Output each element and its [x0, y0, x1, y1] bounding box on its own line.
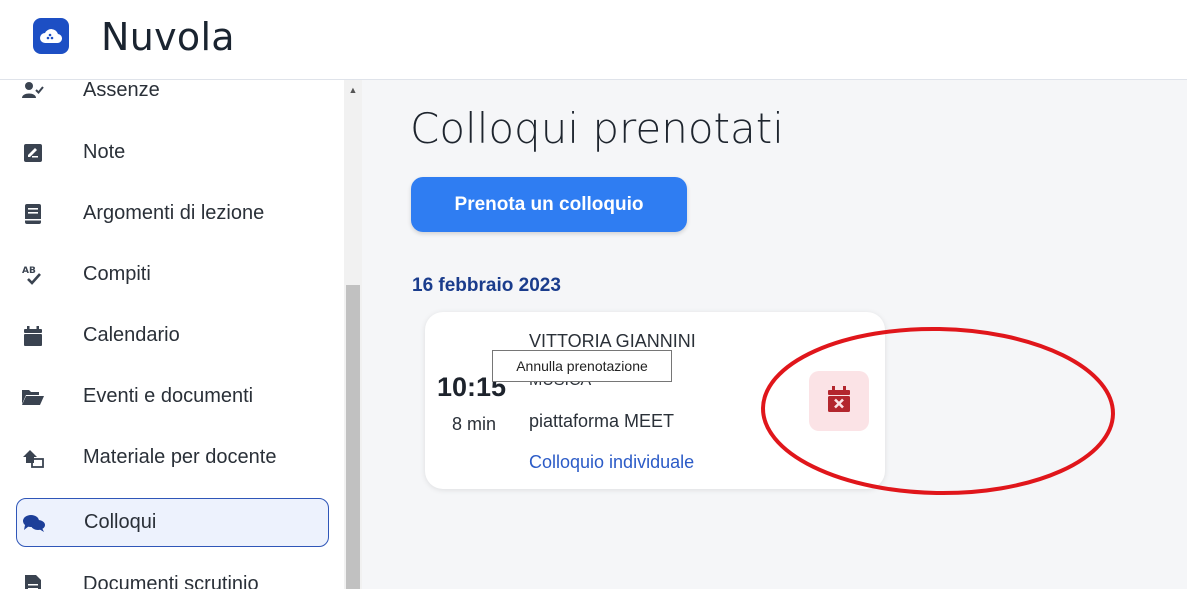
sidebar-item-label: Materiale per docente: [83, 446, 277, 468]
cloud-icon[interactable]: [33, 18, 69, 54]
sidebar-item-label: Note: [83, 141, 126, 163]
calendar-icon: [22, 325, 44, 347]
sidebar-item-label: Eventi e documenti: [83, 385, 254, 407]
cancel-booking-button[interactable]: [809, 371, 869, 431]
sidebar-item-calendario[interactable]: Calendario: [16, 311, 329, 360]
scroll-up-arrow-icon[interactable]: ▲: [344, 82, 362, 98]
scrollbar-thumb[interactable]: [346, 285, 360, 589]
document-icon: [22, 574, 44, 589]
chat-bubbles-icon: [23, 512, 45, 534]
sidebar-item-label: Documenti scrutinio: [83, 573, 259, 589]
sidebar-item-colloqui[interactable]: Colloqui: [16, 498, 329, 547]
sidebar-item-compiti[interactable]: AB Compiti: [16, 250, 329, 299]
main-content: Colloqui prenotati Prenota un colloquio …: [362, 80, 1187, 589]
teacher-name: VITTORIA GIANNINI: [529, 331, 696, 351]
sidebar-item-label: Colloqui: [84, 511, 157, 533]
spellcheck-icon: AB: [22, 264, 44, 286]
sidebar-item-label: Calendario: [83, 324, 180, 346]
top-bar: Nuvola: [0, 0, 1187, 80]
book-meeting-button[interactable]: Prenota un colloquio: [411, 177, 687, 232]
page-title: Colloqui prenotati: [410, 104, 784, 153]
note-pen-icon: [22, 142, 44, 164]
sidebar-item-note[interactable]: Note: [16, 128, 329, 177]
date-heading: 16 febbraio 2023: [412, 275, 561, 296]
sidebar-item-eventi[interactable]: Eventi e documenti: [16, 372, 329, 421]
meeting-card: 10:15 8 min VITTORIA GIANNINI MUSICA pia…: [425, 312, 885, 489]
app-title: Nuvola: [101, 15, 235, 59]
sidebar-item-argomenti[interactable]: Argomenti di lezione: [16, 189, 329, 238]
svg-text:AB: AB: [22, 266, 36, 276]
meeting-platform: piattaforma MEET: [529, 411, 675, 431]
book-icon: [22, 203, 44, 225]
upload-home-icon: [22, 447, 44, 469]
user-check-icon: [22, 80, 44, 102]
meeting-duration: 8 min: [452, 414, 497, 434]
sidebar-item-label: Assenze: [83, 80, 160, 101]
sidebar: Assenze Note Argomenti di lezione AB Com…: [0, 80, 344, 589]
sidebar-item-documenti-scrutinio[interactable]: Documenti scrutinio: [16, 560, 329, 589]
sidebar-item-label: Argomenti di lezione: [83, 202, 265, 224]
cancel-booking-tooltip: Annulla prenotazione: [492, 350, 672, 382]
sidebar-item-assenze[interactable]: Assenze: [16, 80, 329, 115]
sidebar-item-label: Compiti: [83, 263, 151, 285]
calendar-x-icon: [828, 385, 850, 417]
folder-open-icon: [22, 386, 44, 408]
sidebar-item-materiale[interactable]: Materiale per docente: [16, 433, 329, 482]
meeting-type-link[interactable]: Colloquio individuale: [529, 452, 694, 473]
